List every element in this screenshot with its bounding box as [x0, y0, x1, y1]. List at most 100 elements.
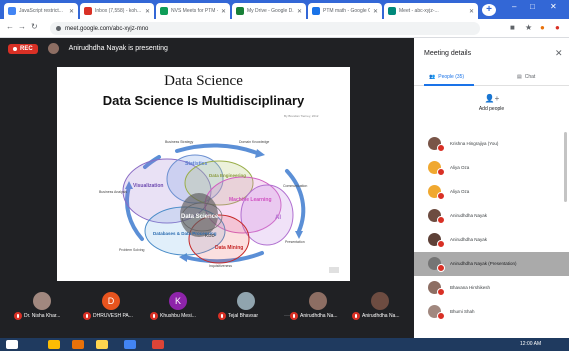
- venn-center-label: Data Science: [181, 214, 219, 220]
- meet-stage: REC Anirudhdha Nayak is presenting Data …: [0, 38, 414, 338]
- browser-tab[interactable]: NVS Meets for PTM - ✕: [156, 3, 230, 19]
- reload-icon[interactable]: ↻: [31, 22, 38, 31]
- participant-avatar: [33, 292, 51, 310]
- tab-people[interactable]: 👥 People (35): [429, 74, 464, 80]
- profile-avatar-icon[interactable]: ●: [540, 23, 545, 32]
- taskbar-app-icon[interactable]: [48, 340, 60, 349]
- arrow-head-icon: [255, 149, 265, 158]
- participant-avatar: [309, 292, 327, 310]
- participant-tile[interactable]: Tejal Bhavsar: [218, 290, 276, 320]
- camera-icon[interactable]: ■: [510, 23, 515, 32]
- tab-close-icon[interactable]: ✕: [69, 8, 74, 15]
- presentation-header: REC Anirudhdha Nayak is presenting: [8, 43, 168, 54]
- url-field[interactable]: meet.google.com/abc-xyjz-mno: [50, 22, 480, 35]
- participant-tiles: Dr. Nisha Khar... D DHRUVESH PA... K Khu…: [0, 290, 414, 324]
- tab-close-icon[interactable]: ✕: [469, 8, 474, 15]
- participant-name: Tejal Bhavsar: [228, 313, 259, 319]
- url-text: meet.google.com/abc-xyjz-mno: [65, 25, 149, 32]
- tab-title: My Drive - Google D...: [247, 8, 294, 14]
- taskbar-app-icon[interactable]: [152, 340, 164, 349]
- star-icon[interactable]: ★: [525, 23, 532, 32]
- participant-list-item[interactable]: Bhavana Hirshikesh: [414, 276, 569, 300]
- participant-list-item[interactable]: Anirudhdha Nayak: [414, 228, 569, 252]
- people-icon: 👥: [429, 74, 436, 80]
- browser-tab[interactable]: JavaScript restrict... ✕: [4, 3, 78, 19]
- participant-tile[interactable]: K Khushbu Mesi...: [150, 290, 208, 320]
- participant-name: Anirudhdha Na...: [300, 313, 338, 319]
- participant-name: Anirudhdha Nayak (Presentation): [450, 261, 517, 266]
- add-people-button[interactable]: 👤+ Add people: [414, 94, 569, 112]
- close-panel-icon[interactable]: ✕: [555, 48, 563, 59]
- arrow-head-icon: [295, 231, 303, 239]
- participant-tile[interactable]: Dr. Nisha Khar...: [14, 290, 72, 320]
- browser-tab[interactable]: PTM math - Google C... ✕: [308, 3, 382, 19]
- participant-name-row: Anirudhdha Na...: [352, 312, 400, 320]
- add-people-label: Add people: [478, 106, 505, 112]
- tab-title: PTM math - Google C...: [323, 8, 370, 14]
- participant-name: Khushbu Mesi...: [160, 313, 196, 319]
- tab-close-icon[interactable]: ✕: [297, 8, 302, 15]
- os-taskbar: 12:00 AM: [0, 338, 569, 351]
- participant-name: Bhumi Shah: [450, 309, 475, 314]
- back-arrow-icon[interactable]: ←: [6, 22, 14, 31]
- participant-tile[interactable]: Anirudhdha Na...: [290, 290, 348, 320]
- minimize-button[interactable]: –: [512, 2, 516, 11]
- participant-tile[interactable]: D DHRUVESH PA...: [83, 290, 141, 320]
- participant-tile[interactable]: Anirudhdha Na...: [352, 290, 410, 320]
- taskbar-chrome-icon[interactable]: [124, 340, 136, 349]
- participant-list-scrollbar[interactable]: [564, 132, 567, 202]
- mic-off-icon: [14, 312, 22, 320]
- tab-favicon-icon: [8, 7, 16, 15]
- presenter-avatar: [47, 43, 59, 54]
- venn-label: Machine Learning: [229, 197, 272, 203]
- slide-logo: [329, 267, 339, 273]
- participant-name: Aliya Oza: [450, 189, 470, 194]
- participant-name: Anirudhdha Nayak: [450, 213, 488, 218]
- participant-list-item[interactable]: Aliya Oza: [414, 156, 569, 180]
- maximize-button[interactable]: □: [530, 2, 535, 11]
- tab-title: NVS Meets for PTM -: [171, 8, 218, 14]
- participant-list-item[interactable]: Anirudhdha Nayak: [414, 204, 569, 228]
- tab-close-icon[interactable]: ✕: [145, 8, 150, 15]
- panel-title: Meeting details: [424, 50, 472, 57]
- browser-tab[interactable]: My Drive - Google D... ✕: [232, 3, 306, 19]
- start-button-icon[interactable]: [6, 340, 18, 349]
- participant-avatar: [371, 292, 389, 310]
- mic-off-icon: [437, 192, 445, 200]
- new-tab-button[interactable]: +: [482, 4, 496, 16]
- mic-off-icon: [290, 312, 298, 320]
- participant-list-item[interactable]: Bhumi Shah: [414, 300, 569, 324]
- cycle-arrow: [175, 143, 259, 155]
- participant-name: Dr. Nisha Khar...: [24, 313, 61, 319]
- extension-icon[interactable]: ●: [555, 23, 560, 32]
- participant-list-item[interactable]: Krishna Hingrajiya (You): [414, 132, 569, 156]
- venn-label: Statistics: [185, 161, 207, 167]
- tab-title: JavaScript restrict...: [19, 8, 63, 14]
- browser-tab-active[interactable]: Meet - abc-xyjz-... ✕: [384, 3, 478, 19]
- mic-off-icon: [437, 240, 445, 248]
- mic-off-icon: [150, 312, 158, 320]
- tab-close-icon[interactable]: ✕: [221, 8, 226, 15]
- participant-list-item-presentation[interactable]: Anirudhdha Nayak (Presentation): [414, 252, 569, 276]
- mic-off-icon: [83, 312, 91, 320]
- mic-off-icon: [437, 264, 445, 272]
- participant-list-item[interactable]: Aliya Oza: [414, 180, 569, 204]
- outer-label: Problem Solving: [119, 248, 145, 252]
- tab-chat-label: Chat: [524, 74, 536, 80]
- outer-label: Domain Knowledge: [239, 140, 269, 144]
- mic-off-icon: [437, 288, 445, 296]
- tab-chat[interactable]: ▤ Chat: [517, 74, 535, 80]
- forward-arrow-icon[interactable]: →: [18, 22, 26, 31]
- taskbar-app-icon[interactable]: [72, 340, 84, 349]
- browser-tab-strip: JavaScript restrict... ✕ Inbox (7,558) -…: [0, 0, 569, 19]
- close-window-button[interactable]: ✕: [550, 2, 557, 11]
- mic-off-icon: [437, 216, 445, 224]
- taskbar-app-icon[interactable]: [96, 340, 108, 349]
- browser-tab[interactable]: Inbox (7,558) - koh... ✕: [80, 3, 154, 19]
- presenting-text: Anirudhdha Nayak is presenting: [68, 45, 168, 52]
- meeting-details-panel: Meeting details ✕ 👥 People (35) ▤ Chat 👤…: [414, 38, 569, 338]
- panel-tabs: 👥 People (35) ▤ Chat: [414, 70, 569, 86]
- participant-name: Aliya Oza: [450, 165, 470, 170]
- tab-close-icon[interactable]: ✕: [373, 8, 378, 15]
- venn-label: Visualization: [133, 183, 163, 189]
